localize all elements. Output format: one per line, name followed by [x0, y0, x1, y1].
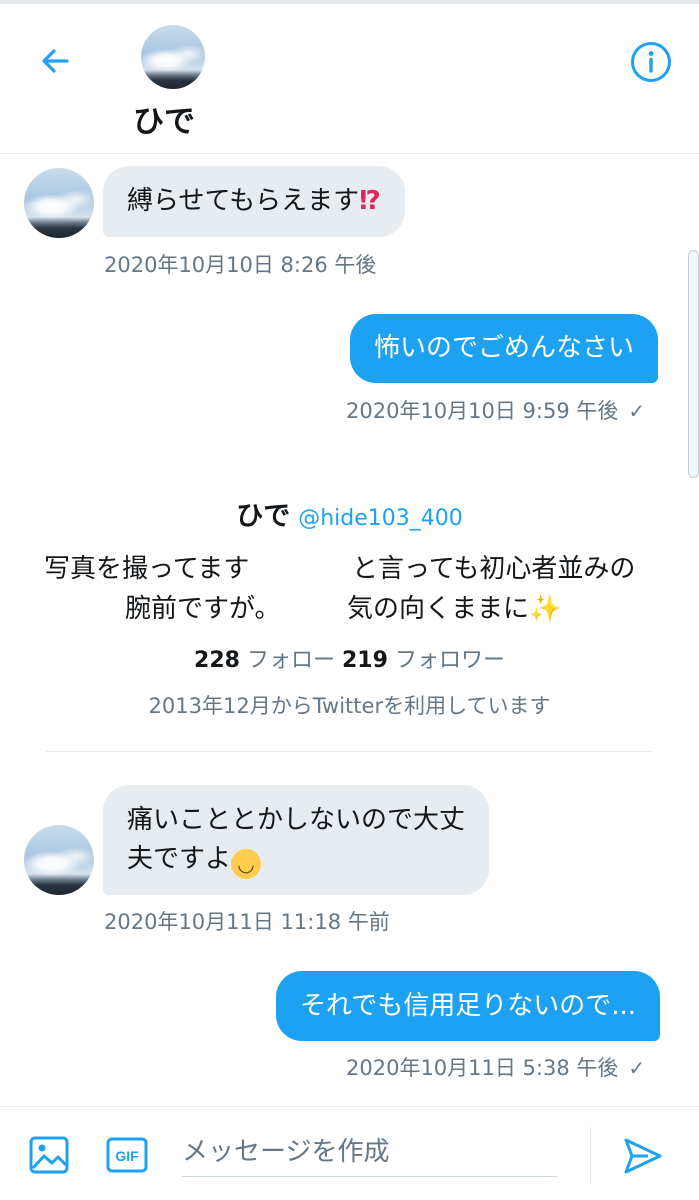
followers-count: 219 [342, 648, 388, 673]
following-link[interactable]: 228 フォロー [194, 648, 335, 673]
profile-stats: 228 フォロー 219 フォロワー [0, 642, 699, 674]
profile-joined-date: 2013年12月からTwitterを利用しています [148, 694, 551, 718]
message-timestamp: 2020年10月11日 11:18 午前 [104, 910, 390, 934]
gif-icon: GIF [106, 1137, 148, 1173]
timestamp-text: 2020年10月11日 5:38 午後 [346, 1056, 619, 1080]
image-icon [29, 1136, 69, 1174]
media-button[interactable] [27, 1133, 71, 1177]
divider [46, 751, 653, 752]
send-icon [624, 1138, 662, 1174]
message-text: 怖いのでごめんなさい [374, 333, 635, 363]
profile-bio-line: 写真を撮ってます [44, 554, 250, 584]
message-text: 痛いこととかしないので大丈 [127, 805, 466, 835]
gif-button[interactable]: GIF [105, 1133, 149, 1177]
scrollbar[interactable] [688, 250, 699, 478]
info-button[interactable] [626, 37, 676, 87]
message-input[interactable] [182, 1127, 557, 1177]
message-bubble-outgoing[interactable]: 怖いのでごめんなさい [350, 314, 659, 383]
conversation-header: ひで [0, 4, 699, 154]
message-text-line2: 夫ですよ ◡ [127, 840, 465, 879]
header-avatar[interactable] [141, 25, 205, 89]
sender-avatar[interactable] [24, 825, 94, 895]
profile-header[interactable]: ひで @hide103_400 [0, 494, 699, 533]
grinning-sweat-emoji: ◡ [231, 849, 262, 879]
info-icon [631, 42, 671, 82]
profile-name: ひで [236, 501, 291, 532]
profile-handle: @hide103_400 [298, 506, 463, 531]
message-text: 縛らせてもらえます [127, 186, 360, 216]
composer-divider [590, 1127, 591, 1183]
back-button[interactable] [28, 34, 82, 88]
message-bubble-incoming[interactable]: 縛らせてもらえます⁉ [103, 166, 405, 237]
message-text: 夫ですよ [127, 844, 232, 874]
profile-bio-line: 気の向くままに✨ [347, 588, 561, 625]
message-timestamp: 2020年10月11日 5:38 午後 ✓ [346, 1052, 645, 1082]
message-timestamp: 2020年10月10日 9:59 午後 ✓ [346, 395, 645, 425]
gif-label: GIF [115, 1148, 139, 1164]
bio-text: 気の向くままに [347, 594, 530, 624]
followers-link[interactable]: 219 フォロワー [342, 648, 505, 673]
followers-label: フォロワー [394, 648, 505, 673]
message-composer: GIF [0, 1106, 699, 1200]
message-bubble-incoming[interactable]: 痛いこととかしないので大丈 夫ですよ ◡ [103, 785, 490, 895]
message-bubble-outgoing[interactable]: それでも信用足りないので... [276, 971, 661, 1041]
profile-bio-line: 腕前ですが。 [125, 594, 281, 624]
header-name[interactable]: ひで [133, 96, 223, 141]
following-count: 228 [194, 648, 240, 673]
message-text: それでも信用足りないので... [300, 991, 637, 1021]
send-button[interactable] [618, 1131, 668, 1181]
profile-bio-line: と言っても初心者並みの [352, 554, 636, 584]
following-label: フォロー [246, 648, 335, 673]
sent-check-icon: ✓ [628, 399, 646, 423]
exclamation-question-emoji: ⁉ [359, 186, 381, 216]
sent-check-icon: ✓ [628, 1056, 646, 1080]
message-timestamp: 2020年10月10日 8:26 午後 [104, 253, 377, 277]
timestamp-text: 2020年10月10日 9:59 午後 [346, 399, 619, 423]
arrow-left-icon [42, 49, 69, 73]
sender-avatar[interactable] [24, 168, 94, 238]
sparkles-emoji: ✨ [529, 594, 562, 624]
